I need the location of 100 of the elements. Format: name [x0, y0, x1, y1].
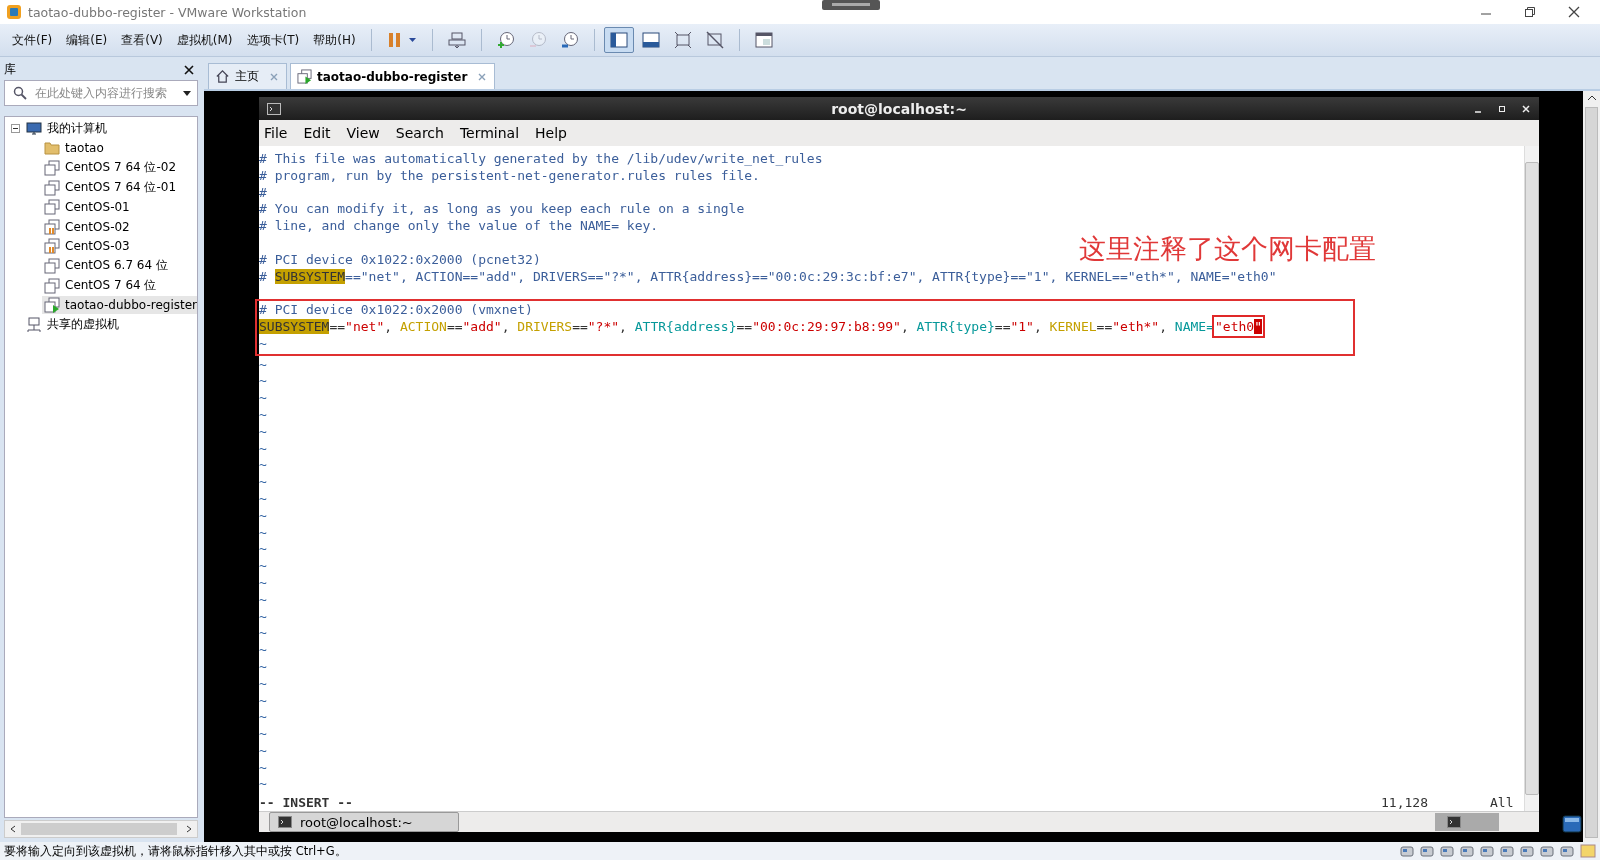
empty-line-marker: ~: [259, 456, 267, 474]
terminal-icon: [278, 816, 292, 828]
code-line: # This file was automatically generated by the /lib/udev/write_net_rules: [259, 150, 823, 167]
search-icon: [13, 86, 27, 100]
panel-title: 库: [4, 61, 16, 78]
menu-item[interactable]: 虚拟机(M): [170, 28, 239, 52]
bottom-panel-icon: [641, 31, 660, 49]
vertical-scrollbar[interactable]: [1583, 91, 1600, 842]
tree-item[interactable]: CentOS 7 64 位-01: [42, 178, 179, 198]
cursor-position: 11,128: [1381, 794, 1428, 812]
terminal-icon: [267, 102, 281, 115]
empty-line-marker: ~: [259, 506, 267, 524]
menu-item[interactable]: Terminal: [457, 125, 522, 141]
vertical-scrollbar[interactable]: [1524, 146, 1539, 811]
empty-line-marker: ~: [259, 741, 267, 759]
tree-item[interactable]: 共享的虚拟机: [24, 315, 121, 335]
code-line: # You can modify it, as long as you keep each rule on a single: [259, 200, 745, 218]
keyboard-icon: [447, 31, 466, 49]
code-line: SUBSYSTEM=="net", ACTION=="add", DRIVERS=="?*", ATTR{address}=="00:0c:29:97:b8:99", ATTR{type}=="1", KERNEL=="eth*", NAME=: [259, 317, 1214, 335]
search-field[interactable]: 在此处键入内容进行搜索: [4, 80, 198, 106]
empty-line-marker: ~: [259, 473, 267, 490]
virtual-machine-icon: [44, 160, 60, 176]
clock-icon: [496, 31, 515, 49]
fullscreen-icon: [673, 31, 692, 49]
empty-line-marker: ~: [259, 641, 267, 658]
folder-icon: [44, 140, 60, 157]
collapse-toggle-icon[interactable]: [11, 124, 20, 134]
empty-line-marker: ~: [259, 758, 267, 776]
grip-icon[interactable]: [822, 0, 880, 10]
menu-item[interactable]: Edit: [301, 125, 333, 141]
virtual-machine-icon: [44, 179, 60, 196]
scroll-left-icon[interactable]: [10, 825, 16, 833]
menu-item[interactable]: 选项卡(T): [240, 28, 306, 52]
shared-computer-icon: [26, 316, 42, 333]
restore-icon[interactable]: [1524, 6, 1536, 18]
empty-line-marker: ~: [259, 624, 267, 642]
empty-line-marker: ~: [259, 607, 267, 625]
empty-line-marker: ~: [259, 708, 267, 726]
tree-item[interactable]: CentOS-01: [42, 198, 132, 217]
menu-item[interactable]: 文件(F): [6, 28, 59, 52]
tree-item[interactable]: CentOS 7 64 位-02: [42, 158, 179, 178]
crossed-window-icon: [705, 31, 724, 49]
sidebar-layout-icon: [609, 31, 628, 49]
workspace-switcher[interactable]: [1435, 813, 1499, 831]
menu-item[interactable]: 查看(V): [115, 28, 169, 52]
empty-line-marker: ~: [259, 439, 267, 457]
tree-item[interactable]: 我的计算机: [24, 119, 109, 139]
tree-item[interactable]: taotao: [42, 139, 106, 158]
clock-icon: [560, 31, 579, 49]
tree-item[interactable]: CentOS 6.7 64 位: [42, 256, 170, 276]
close-icon[interactable]: [184, 64, 194, 75]
tree-item[interactable]: CentOS-02: [42, 217, 132, 236]
virtual-machine-icon: [44, 257, 60, 274]
pause-icon: [386, 31, 417, 49]
taskbar-button[interactable]: root@localhost:~: [269, 812, 459, 832]
empty-line-marker: ~: [259, 334, 267, 352]
home-icon: [215, 69, 230, 84]
empty-line-marker: ~: [259, 725, 267, 742]
menu-item[interactable]: Search: [393, 125, 446, 141]
tree-item[interactable]: CentOS 7 64 位: [42, 276, 159, 296]
code-line: # PCI device 0x1022:0x2000 (pcnet32): [259, 250, 541, 268]
menu-item[interactable]: View: [344, 125, 382, 141]
toolbar-button[interactable]: [603, 27, 634, 53]
menu-item[interactable]: 帮助(H): [307, 28, 362, 52]
scroll-position: All: [1490, 794, 1515, 812]
menu-item[interactable]: 编辑(E): [60, 28, 114, 52]
tree-item[interactable]: CentOS-03: [42, 237, 132, 256]
virtual-machine-icon: [44, 297, 60, 314]
empty-line-marker: ~: [259, 489, 267, 507]
tree-item[interactable]: taotao-dubbo-register: [42, 296, 197, 315]
virtual-machine-icon: [297, 69, 312, 84]
horizontal-scrollbar[interactable]: [4, 820, 198, 838]
code-line: # program, run by the persistent-net-generator.rules rules file.: [259, 166, 760, 184]
status-message: 要将输入定向到该虚拟机，请将鼠标指针移入其中或按 Ctrl+G。: [4, 843, 347, 859]
tab[interactable]: 主页: [208, 63, 287, 89]
dropdown-caret-icon[interactable]: [183, 90, 191, 96]
empty-line-marker: ~: [259, 355, 267, 373]
maximize-icon[interactable]: [1497, 103, 1507, 114]
app-logo-icon: [6, 4, 22, 20]
annotation-frame: "eth0": [1215, 317, 1262, 335]
virtual-machine-icon: [44, 199, 60, 216]
window-view-icon: [754, 31, 773, 49]
virtual-machine-icon: [44, 277, 60, 294]
empty-line-marker: ~: [259, 540, 267, 558]
menu-item[interactable]: Help: [533, 125, 569, 141]
code-line: # line, and change only the value of the NAME= key.: [259, 217, 659, 234]
terminal-icon: [1447, 816, 1461, 828]
annotation-text: 这里注释了这个网卡配置: [1079, 234, 1376, 264]
clock-icon: [528, 31, 547, 49]
computer-icon[interactable]: [1562, 814, 1582, 834]
scroll-up-icon[interactable]: [1586, 95, 1597, 101]
code-line: # PCI device 0x1022:0x2000 (vmxnet): [259, 301, 533, 318]
monitor-icon: [26, 120, 42, 137]
mode-indicator: -- INSERT --: [259, 794, 353, 812]
tab[interactable]: taotao-dubbo-register: [290, 63, 496, 89]
close-icon[interactable]: [1568, 6, 1580, 18]
virtual-machine-icon: [44, 238, 60, 255]
menu-item[interactable]: File: [262, 125, 290, 141]
scroll-right-icon[interactable]: [186, 825, 192, 833]
empty-line-marker: ~: [259, 422, 267, 440]
